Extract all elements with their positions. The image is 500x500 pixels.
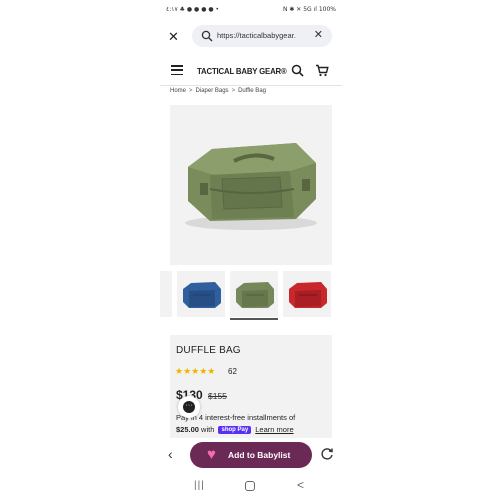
reload-icon[interactable] — [320, 447, 334, 461]
chevron-right-icon: > — [231, 88, 236, 94]
url-text: https://tacticalbabygear. — [217, 31, 296, 40]
bottom-toolbar: ‹ ♥ Add to Babylist — [160, 438, 342, 472]
chevron-right-icon: > — [189, 88, 193, 94]
duffle-bag-image — [185, 143, 317, 230]
status-time: ٤:١٧ — [166, 6, 178, 13]
notification-icons: ♣ ● ● ● ● • — [179, 6, 220, 13]
url-bar[interactable]: https://tacticalbabygear. ✕ — [192, 25, 332, 47]
back-chevron-icon[interactable]: ‹ — [168, 446, 173, 462]
breadcrumb-diaper-bags[interactable]: Diaper Bags — [196, 88, 229, 94]
search-icon[interactable] — [291, 64, 304, 77]
search-icon — [201, 30, 213, 42]
breadcrumb-home[interactable]: Home — [170, 88, 186, 94]
menu-icon[interactable] — [171, 65, 183, 76]
home-icon[interactable] — [245, 481, 255, 491]
browser-url-row: ✕ https://tacticalbabygear. ✕ — [160, 22, 342, 50]
chat-icon: ··· — [183, 401, 195, 413]
cart-icon[interactable] — [315, 64, 329, 77]
system-nav-bar: ||| < — [160, 474, 342, 498]
status-bar: ٤:١٧ ♣ ● ● ● ● • N ✱ ✕ 5G ıl 100% — [160, 6, 342, 16]
status-left: ٤:١٧ ♣ ● ● ● ● • — [166, 6, 219, 13]
blue-bag-thumbnail — [183, 282, 221, 308]
close-icon[interactable]: ✕ — [168, 29, 179, 45]
breadcrumb: Home > Diaper Bags > Duffle Bag — [170, 88, 266, 94]
product-title: DUFFLE BAG — [176, 345, 241, 356]
status-right: N ✱ ✕ 5G ıl 100% — [282, 6, 336, 13]
red-bag-thumbnail — [289, 282, 327, 308]
site-logo[interactable]: TACTICAL BABY GEAR® — [197, 66, 287, 76]
breadcrumb-current: Duffle Bag — [238, 88, 266, 94]
chat-button[interactable]: ··· — [178, 396, 200, 418]
back-icon[interactable]: < — [297, 478, 304, 492]
site-header: TACTICAL BABY GEAR® — [160, 56, 342, 86]
review-count[interactable]: 62 — [228, 367, 237, 376]
installments-with: with — [201, 425, 215, 434]
installment-amount: $25.00 — [176, 425, 199, 434]
clear-icon[interactable]: ✕ — [314, 28, 323, 41]
learn-more-link[interactable]: Learn more — [255, 425, 293, 434]
thumbnail-red[interactable] — [283, 271, 331, 317]
installments-line-2: $25.00 with shop Pay Learn more — [176, 425, 294, 434]
heart-icon: ♥ — [207, 446, 216, 463]
green-bag-thumbnail — [236, 282, 274, 308]
thumbnail-green[interactable] — [230, 271, 278, 320]
product-info-card: DUFFLE BAG ★★★★★ 62 $130 $155 Pay in 4 i… — [170, 335, 332, 440]
add-to-babylist-button[interactable]: ♥ Add to Babylist — [190, 442, 312, 468]
thumbnail-strip — [160, 271, 332, 320]
product-main-image[interactable] — [170, 105, 332, 265]
phone-screen: ٤:١٧ ♣ ● ● ● ● • N ✱ ✕ 5G ıl 100% ✕ http… — [160, 0, 342, 500]
recent-apps-icon[interactable]: ||| — [194, 480, 205, 491]
add-to-babylist-label: Add to Babylist — [228, 450, 291, 460]
thumbnail-prev[interactable] — [160, 271, 172, 317]
thumbnail-blue[interactable] — [177, 271, 225, 317]
shop-pay-logo: shop Pay — [218, 426, 252, 434]
compare-price: $155 — [208, 391, 227, 401]
star-rating-icon[interactable]: ★★★★★ — [175, 366, 215, 377]
